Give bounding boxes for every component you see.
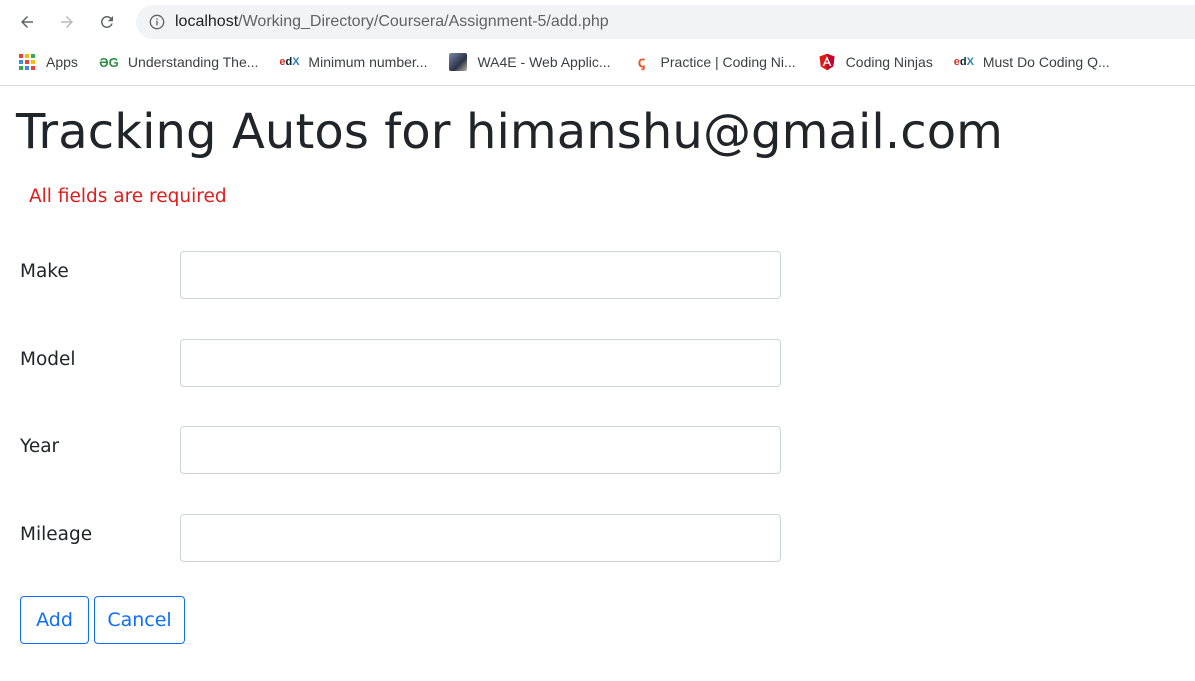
model-label: Model [20,349,76,370]
info-icon[interactable] [149,14,165,30]
model-input[interactable] [180,339,781,387]
bookmark-minimum-number[interactable]: edX Minimum number... [279,49,428,75]
bookmark-understanding[interactable]: ƏG Understanding The... [99,49,259,75]
edx-icon: edX [953,56,974,68]
bookmark-must-do-coding[interactable]: edX Must Do Coding Q... [953,49,1110,75]
bookmark-label: Must Do Coding Q... [982,54,1110,70]
bookmark-label: Understanding The... [127,54,259,70]
year-label: Year [20,436,60,457]
page-title: Tracking Autos for himanshu@gmail.com [16,104,1004,160]
apps-grid-icon [18,53,36,71]
bookmark-wa4e[interactable]: WA4E - Web Applic... [449,49,611,75]
mileage-input[interactable] [180,514,781,562]
year-row: Year [20,426,781,474]
make-input[interactable] [180,251,781,299]
url-host: localhost [175,13,239,30]
bookmark-label: Apps [46,54,78,70]
model-row: Model [20,339,781,387]
back-button[interactable] [14,9,40,35]
address-bar[interactable]: localhost/Working_Directory/Coursera/Ass… [136,5,1195,39]
gfg-icon: ƏG [99,54,119,70]
edx-icon: edX [279,56,300,68]
arrow-left-icon [21,16,33,28]
coding-ninjas-icon: ꞔ [637,54,646,71]
reload-icon [100,15,113,28]
bookmark-coding-ninjas[interactable]: Coding Ninjas [818,49,933,75]
cancel-button[interactable]: Cancel [94,596,185,644]
add-button[interactable]: Add [20,596,89,644]
angular-icon [818,53,836,71]
bookmark-apps[interactable]: Apps [18,49,78,75]
mileage-row: Mileage [20,514,781,562]
arrow-right-icon [61,16,73,28]
url-path: /Working_Directory/Coursera/Assignment-5… [238,13,609,30]
error-message: All fields are required [29,186,227,207]
make-row: Make [20,251,781,299]
forward-button[interactable] [54,9,80,35]
url-text: localhost/Working_Directory/Coursera/Ass… [175,13,609,31]
bookmarks-bar: Apps ƏG Understanding The... edX Minimum… [0,49,1195,75]
bookmark-label: Minimum number... [308,54,428,70]
browser-chrome: localhost/Working_Directory/Coursera/Ass… [0,0,1195,86]
bookmark-practice-coding-ninjas[interactable]: ꞔ Practice | Coding Ni... [633,49,796,75]
bookmark-label: Coding Ninjas [845,54,933,70]
bookmark-label: Practice | Coding Ni... [660,54,796,70]
mileage-label: Mileage [20,524,93,545]
bookmark-label: WA4E - Web Applic... [477,54,611,70]
year-input[interactable] [180,426,781,474]
avatar-icon [449,53,468,71]
make-label: Make [20,261,69,282]
reload-button[interactable] [94,9,120,35]
